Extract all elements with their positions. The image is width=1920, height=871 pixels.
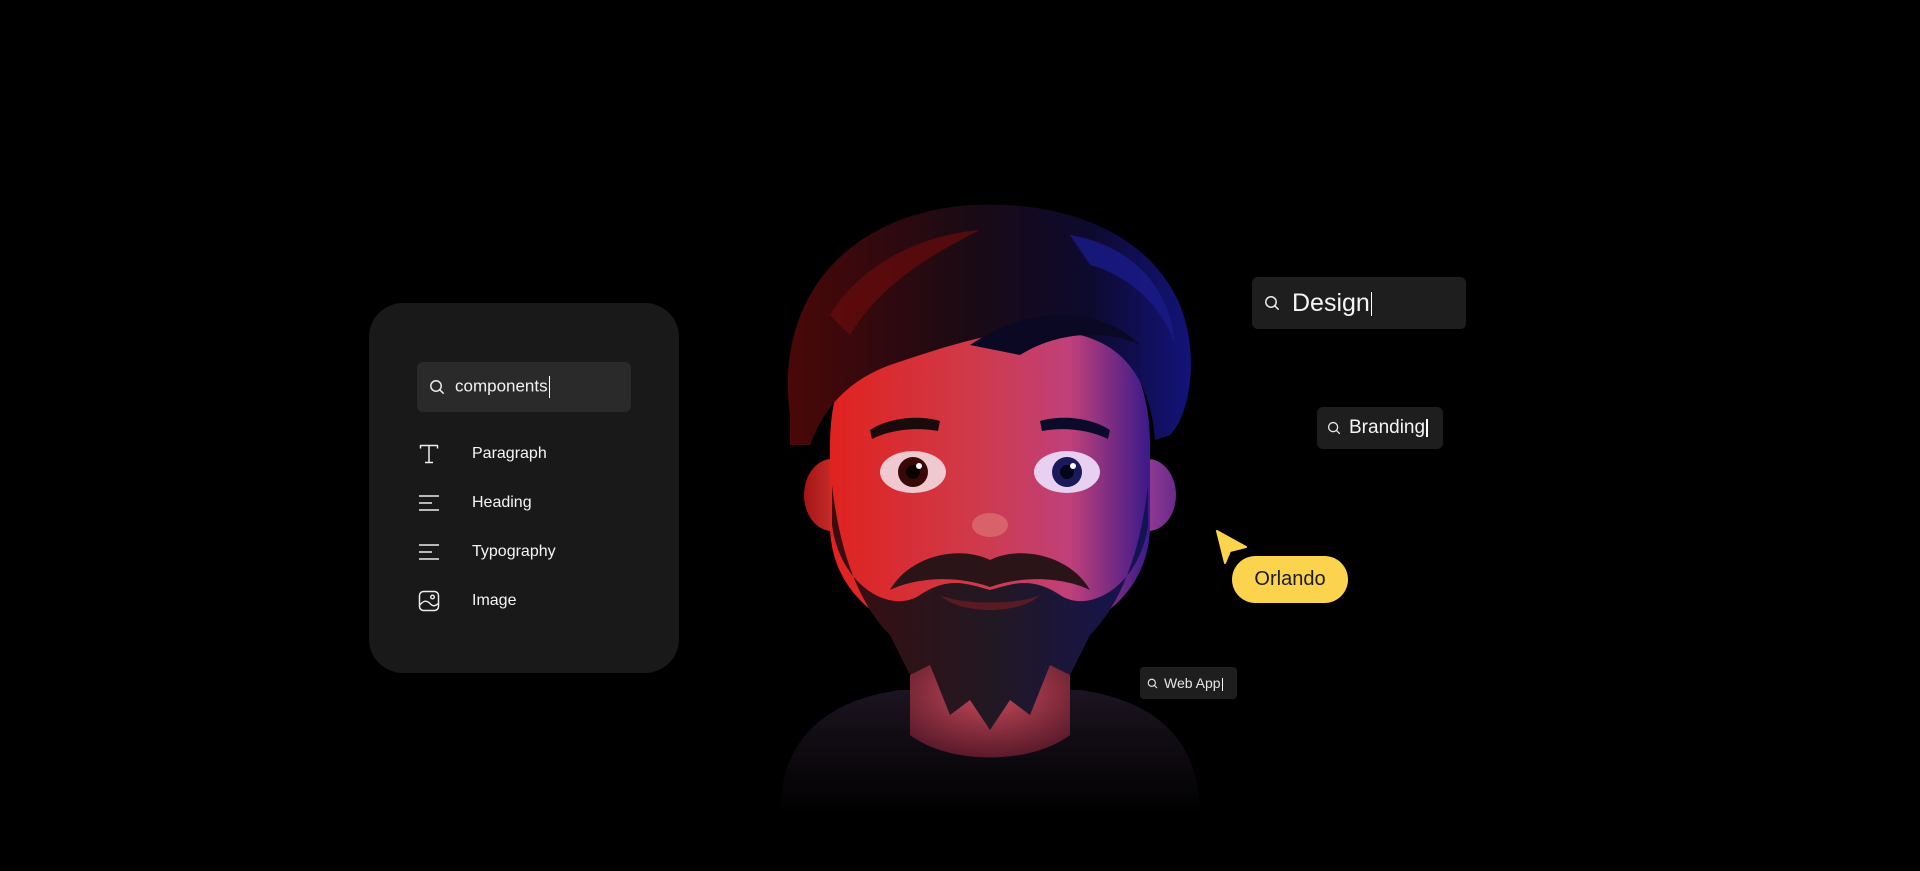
search-icon (1265, 296, 1279, 310)
branding-search-value: Branding (1349, 417, 1428, 439)
cursor-name-tag: Orlando (1232, 556, 1348, 603)
web-app-search-value: Web App (1164, 675, 1224, 691)
design-search-input[interactable]: Design (1252, 277, 1466, 329)
design-search-value: Design (1292, 289, 1373, 318)
component-item-label: Typography (472, 542, 556, 560)
search-icon (1147, 678, 1158, 688)
avatar-illustration (780, 204, 1200, 815)
components-panel: components Paragraph Heading Typography … (369, 303, 679, 673)
text-t-icon (417, 442, 441, 466)
image-icon (417, 589, 441, 613)
text-caret (1426, 418, 1428, 437)
component-item-typography[interactable]: Typography (417, 527, 647, 576)
components-search-value: components (455, 376, 551, 398)
text-caret (1370, 291, 1373, 316)
cursor-name: Orlando (1254, 568, 1326, 590)
component-item-label: Heading (472, 493, 532, 511)
web-app-search-input[interactable]: Web App (1140, 667, 1237, 699)
search-icon (1327, 421, 1341, 435)
text-caret (1221, 677, 1224, 691)
component-item-paragraph[interactable]: Paragraph (417, 429, 647, 478)
text-caret (548, 376, 551, 398)
component-item-label: Paragraph (472, 444, 547, 462)
component-item-heading[interactable]: Heading (417, 478, 647, 527)
search-icon (430, 380, 444, 394)
component-item-label: Image (472, 591, 517, 609)
branding-search-input[interactable]: Branding (1317, 407, 1443, 449)
components-list: Paragraph Heading Typography Image (417, 429, 647, 625)
components-search-input[interactable]: components (417, 362, 631, 412)
lines-icon (417, 491, 441, 515)
component-item-image[interactable]: Image (417, 576, 647, 625)
lines-icon (417, 540, 441, 564)
